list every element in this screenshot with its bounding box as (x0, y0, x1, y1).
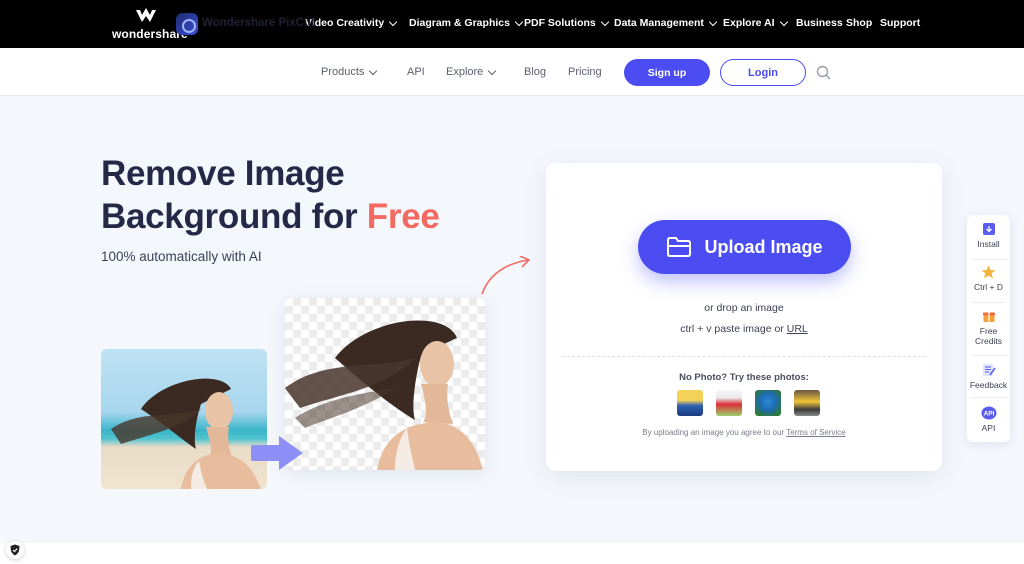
side-divider (971, 355, 1006, 356)
sample-photo-parrot[interactable] (755, 390, 781, 416)
folder-icon (667, 237, 692, 257)
chevron-down-icon (488, 66, 497, 75)
subnav-api[interactable]: API (407, 66, 425, 78)
drop-hint: or drop an image (704, 302, 784, 314)
upload-image-label: Upload Image (704, 236, 823, 257)
search-icon[interactable] (816, 65, 831, 80)
svg-text:API: API (983, 411, 994, 418)
chevron-down-icon (388, 17, 398, 26)
hero-title-line2: Background for Free (101, 197, 440, 236)
chevron-down-icon (600, 17, 609, 26)
shield-icon (10, 544, 20, 556)
product-name[interactable]: Wondershare PixCut (202, 17, 315, 29)
hero-subtitle: 100% automatically with AI (101, 249, 262, 264)
chevron-down-icon (369, 66, 378, 75)
side-divider (971, 259, 1006, 260)
pixcut-logo-icon[interactable] (176, 13, 198, 35)
subnav-blog[interactable]: Blog (524, 66, 546, 78)
topnav-diagram-graphics[interactable]: Diagram & Graphics (409, 17, 524, 29)
topnav-support[interactable]: Support (880, 17, 920, 29)
chevron-down-icon (514, 17, 524, 26)
curved-arrow-icon (481, 256, 531, 295)
upload-image-button[interactable]: Upload Image (638, 220, 851, 274)
side-divider (971, 397, 1006, 398)
upload-card (546, 163, 942, 471)
woman-cutout (285, 320, 483, 470)
side-api[interactable]: API API (967, 406, 1010, 433)
chevron-down-icon (708, 17, 718, 26)
api-icon: API (981, 406, 996, 420)
arrow-right-icon (251, 436, 303, 470)
terms-of-service-link[interactable]: Terms of Service (786, 428, 846, 437)
subnav-products[interactable]: Products (321, 66, 378, 78)
sample-photo-car[interactable] (794, 390, 820, 416)
url-link[interactable]: URL (787, 323, 808, 335)
signup-button[interactable]: Sign up (624, 59, 710, 86)
topnav-shop[interactable]: Shop (846, 17, 872, 29)
side-free-credits[interactable]: Free Credits (967, 309, 1010, 346)
star-icon (981, 265, 996, 279)
sample-photo-drink[interactable] (716, 390, 742, 416)
topnav-business[interactable]: Business (796, 17, 843, 29)
install-icon (982, 223, 995, 235)
sample-photo-person[interactable] (677, 390, 703, 416)
paste-hint: ctrl + v paste image or URL (680, 323, 808, 335)
login-button[interactable]: Login (720, 59, 806, 86)
gift-icon (982, 312, 995, 322)
topnav-data-management[interactable]: Data Management (614, 17, 718, 29)
result-photo (285, 298, 485, 470)
sample-photos-label: No Photo? Try these photos: (679, 372, 809, 383)
subnav-pricing[interactable]: Pricing (568, 66, 602, 78)
terms-notice: By uploading an image you agree to our T… (642, 428, 846, 437)
topnav-explore-ai[interactable]: Explore AI (723, 17, 788, 29)
subnav-explore[interactable]: Explore (446, 66, 497, 78)
privacy-shield-icon[interactable] (6, 541, 24, 559)
side-feedback[interactable]: Feedback (967, 363, 1010, 390)
side-bookmark[interactable]: Ctrl + D (967, 265, 1010, 292)
topnav-video-creativity[interactable]: Video Creativity (305, 17, 398, 29)
hero-title: Remove Image Background for Free (101, 152, 440, 238)
wondershare-logo-icon (136, 8, 156, 22)
feedback-icon (982, 364, 996, 376)
side-divider (971, 302, 1006, 303)
chevron-down-icon (779, 17, 788, 26)
product-header (0, 48, 1024, 96)
footer-strip (0, 543, 1024, 564)
topnav-pdf-solutions[interactable]: PDF Solutions (524, 17, 609, 29)
side-install[interactable]: Install (967, 222, 1010, 249)
hero-title-line1: Remove Image (101, 154, 345, 193)
divider (562, 356, 926, 357)
woman-photo (111, 378, 261, 489)
hero-title-highlight: Free (366, 197, 440, 236)
original-photo (101, 349, 267, 489)
